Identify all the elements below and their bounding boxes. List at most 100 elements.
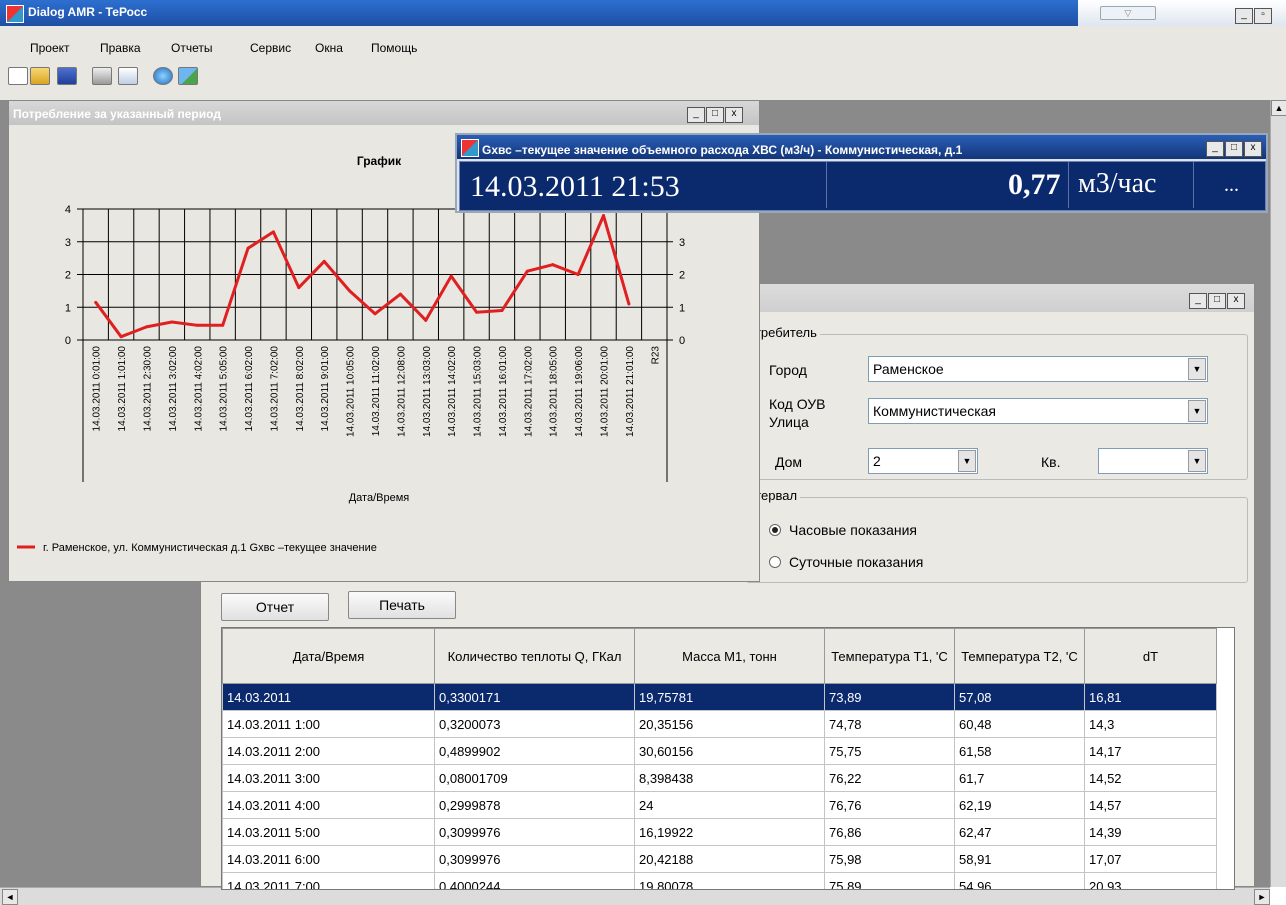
table-cell: 14.03.2011 4:00 [222,791,435,819]
chevron-down-icon[interactable]: ▼ [1188,400,1206,422]
x-tick-label: 14.03.2011 10:05:00 [346,346,357,437]
data-point [322,259,326,263]
y-tick-label-right: 2 [679,270,685,282]
save-icon[interactable] [57,67,77,85]
minimize-icon[interactable]: _ [1206,141,1224,157]
house-label: Дом [775,454,803,470]
close-icon[interactable]: x [725,107,743,123]
table-row[interactable]: 14.03.2011 6:00 0,3099976 20,42188 75,98 58,… [222,845,1217,873]
table-cell: 14.03.2011 2:00 [222,737,435,765]
main-vertical-scrollbar[interactable]: ▲ [1270,100,1286,887]
data-point [144,325,148,329]
chevron-down-icon[interactable]: ▼ [958,450,976,472]
column-header[interactable]: Температура Т2, 'C [954,628,1085,684]
close-icon[interactable]: x [1227,293,1245,309]
print-preview-icon[interactable] [118,67,138,85]
chart-window-titlebar: Потребление за указанный период _ □ x [9,101,759,125]
city-value: Раменское [873,361,944,377]
street-select[interactable]: Коммунистическая ▼ [868,398,1208,424]
table-cell: 14.03.2011 3:00 [222,764,435,792]
menu-help[interactable]: Помощь [371,41,417,55]
minimize-icon[interactable]: _ [687,107,705,123]
y-tick-label-left: 2 [65,270,71,282]
table-cell: 14.03.2011 7:00 [222,872,435,889]
maximize-icon[interactable]: □ [1225,141,1243,157]
table-cell: 0,08001709 [434,764,635,792]
close-icon[interactable]: x [1244,141,1262,157]
table-cell: 14,57 [1084,791,1217,819]
column-header[interactable]: Масса М1, тонн [634,628,825,684]
maximize-icon[interactable]: □ [1208,293,1226,309]
table-row[interactable]: 14.03.2011 4:00 0,2999878 24 76,76 62,19 14,5… [222,791,1217,819]
column-header[interactable]: Температура Т1, 'C [824,628,955,684]
chart-window-controls: _ □ x [686,105,743,123]
restore-icon[interactable]: ▫ [1254,8,1272,24]
chart-title: График [357,154,402,168]
radio-checked-icon [769,524,781,536]
data-grid[interactable]: Дата/Время Количество теплоты Q, ГКал Ма… [221,627,1235,890]
table-cell: 62,19 [954,791,1085,819]
table-cell: 24 [634,791,825,819]
table-cell: 61,7 [954,764,1085,792]
report-button[interactable]: Отчет [221,593,329,621]
menu-edit[interactable]: Правка [100,41,141,55]
table-cell: 0,3300171 [434,683,635,711]
ime-dropdown-icon[interactable]: ▽ [1100,6,1156,20]
data-point [449,274,453,278]
scroll-left-icon[interactable]: ◄ [2,889,18,905]
house-select[interactable]: 2 ▼ [868,448,978,474]
image-icon[interactable] [178,67,198,85]
globe-icon[interactable] [153,67,173,85]
print-button[interactable]: Печать [348,591,456,619]
minimize-icon[interactable]: _ [1235,8,1253,24]
new-icon[interactable] [8,67,28,85]
maximize-icon[interactable]: □ [706,107,724,123]
table-cell: 0,3099976 [434,818,635,846]
table-cell: 14.03.2011 5:00 [222,818,435,846]
data-point [271,230,275,234]
report-window-controls: _ □ x [1188,291,1245,309]
column-header[interactable]: Количество теплоты Q, ГКал [434,628,635,684]
table-cell: 14,17 [1084,737,1217,765]
table-row[interactable]: 14.03.2011 2:00 0,4899902 30,60156 75,75 61,… [222,737,1217,765]
table-cell: 76,22 [824,764,955,792]
scroll-up-icon[interactable]: ▲ [1271,100,1286,116]
y-tick-label-right: 0 [679,335,685,347]
x-tick-label: 14.03.2011 21:01:00 [625,346,636,437]
column-header[interactable]: dT [1084,628,1217,684]
menu-reports[interactable]: Отчеты [171,41,212,55]
x-tick-label: 14.03.2011 13:03:00 [422,346,433,437]
open-icon[interactable] [30,67,50,85]
hourly-radio[interactable]: Часовые показания [769,522,917,538]
minimize-icon[interactable]: _ [1189,293,1207,309]
table-row[interactable]: 14.03.2011 5:00 0,3099976 16,19922 76,86 62,… [222,818,1217,846]
menu-service[interactable]: Сервис [250,41,291,55]
print-icon[interactable] [92,67,112,85]
column-header[interactable]: Дата/Время [222,628,435,684]
grid-vertical-scrollbar[interactable]: ▲ [1234,628,1235,889]
table-row[interactable]: 14.03.2011 1:00 0,3200073 20,35156 74,78 60,… [222,710,1217,738]
street-label: Код ОУВ Улица [769,396,826,430]
x-tick-label: 14.03.2011 1:01:00 [117,346,128,432]
table-row[interactable]: 14.03.2011 3:00 0,08001709 8,398438 76,22 61… [222,764,1217,792]
menu-project[interactable]: Проект [30,41,70,55]
data-point [195,323,199,327]
x-tick-label: 14.03.2011 19:06:00 [574,346,585,437]
table-cell: 20,42188 [634,845,825,873]
table-cell: 61,58 [954,737,1085,765]
chevron-down-icon[interactable]: ▼ [1188,358,1206,380]
menu-windows[interactable]: Окна [315,41,343,55]
flow-rate-more-button[interactable]: ... [1224,174,1239,197]
table-cell: 17,07 [1084,845,1217,873]
data-point [525,269,529,273]
data-point [94,300,98,304]
table-cell: 30,60156 [634,737,825,765]
scroll-right-icon[interactable]: ► [1254,889,1270,905]
table-row[interactable]: 14.03.2011 0,3300171 19,75781 73,89 57,08 16,… [222,683,1217,711]
x-tick-label: 14.03.2011 0:01:00 [92,346,103,432]
apartment-select[interactable]: ▼ [1098,448,1208,474]
city-select[interactable]: Раменское ▼ [868,356,1208,382]
daily-radio[interactable]: Суточные показания [769,554,923,570]
chevron-down-icon[interactable]: ▼ [1188,450,1206,472]
table-row[interactable]: 14.03.2011 7:00 0,4000244 19,80078 75,89 54,… [222,872,1217,889]
